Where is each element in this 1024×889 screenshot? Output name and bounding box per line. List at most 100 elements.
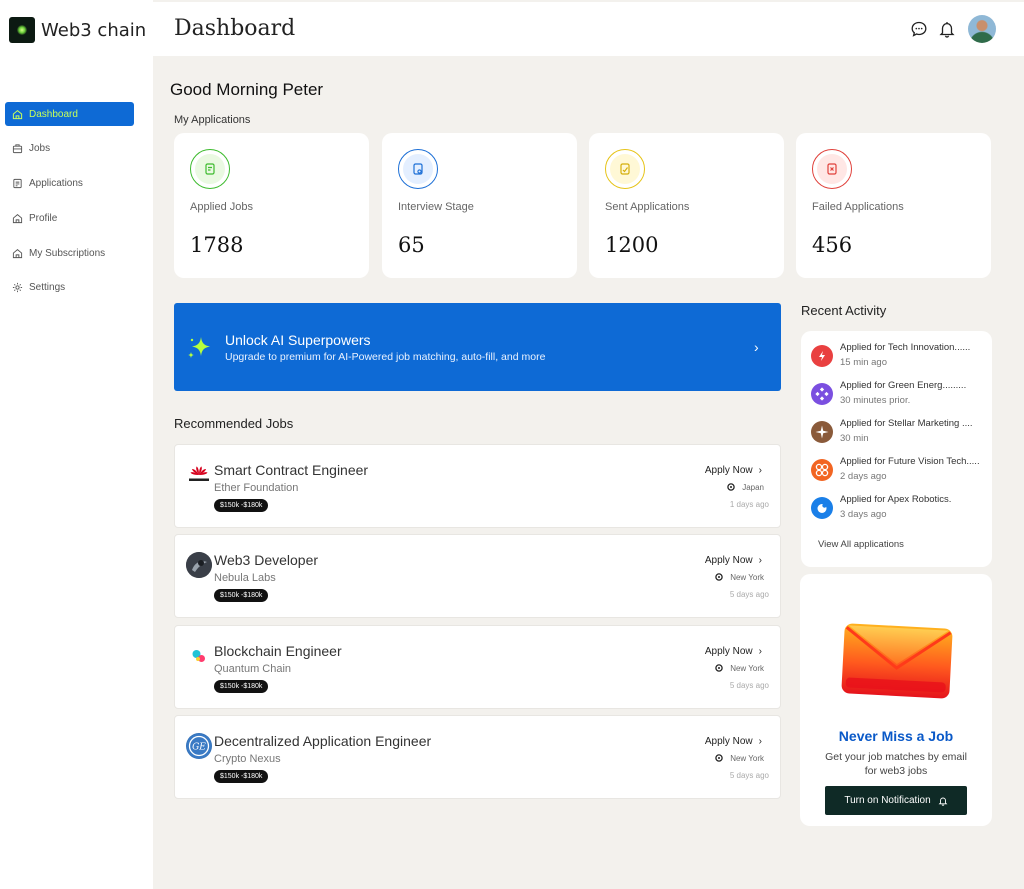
salary-badge: $150k -$180k xyxy=(214,770,269,783)
job-card[interactable]: Blockchain Engineer Quantum Chain $150k … xyxy=(174,625,781,709)
activity-time: 15 min ago xyxy=(840,357,888,368)
notification-button-label: Turn on Notification xyxy=(844,795,931,806)
sparkle-icon xyxy=(186,334,214,362)
apply-now-button[interactable]: Apply Now › xyxy=(705,646,762,657)
banner-title: Unlock AI Superpowers xyxy=(225,332,371,348)
stat-label: Interview Stage xyxy=(398,201,474,213)
chat-icon[interactable] xyxy=(910,20,928,38)
activity-time: 3 days ago xyxy=(840,509,887,520)
posted-time: 5 days ago xyxy=(729,771,769,780)
location-text: New York xyxy=(730,573,764,582)
job-location: New York xyxy=(715,754,764,763)
location-text: New York xyxy=(730,664,764,673)
bell-icon[interactable] xyxy=(938,20,956,38)
nebula-logo xyxy=(186,552,212,578)
brand[interactable]: Web3 chain xyxy=(9,17,146,43)
top-header: Dashboard xyxy=(153,2,1024,56)
activity-item[interactable]: Applied for Tech Innovation...... 15 min… xyxy=(811,342,986,378)
apply-now-button[interactable]: Apply Now › xyxy=(705,555,762,566)
sidebar-item-applications[interactable]: Applications xyxy=(5,172,134,196)
sidebar-item-subscriptions[interactable]: My Subscriptions xyxy=(5,241,134,265)
sidebar-item-jobs[interactable]: Jobs xyxy=(5,137,134,161)
upgrade-banner[interactable]: Unlock AI Superpowers Upgrade to premium… xyxy=(174,303,781,391)
chevron-right-icon: › xyxy=(758,646,762,657)
activity-item[interactable]: Applied for Apex Robotics. 3 days ago xyxy=(811,494,986,530)
job-card[interactable]: Smart Contract Engineer Ether Foundation… xyxy=(174,444,781,528)
home-icon xyxy=(12,248,23,259)
sidebar: Web3 chain Dashboard Jobs Applications P… xyxy=(0,0,153,889)
compass-star-icon xyxy=(811,421,833,443)
huawei-logo xyxy=(186,462,212,488)
stat-card-interview[interactable]: Interview Stage 65 xyxy=(382,133,577,278)
stat-label: Sent Applications xyxy=(605,201,690,213)
activity-time: 2 days ago xyxy=(840,471,887,482)
job-company: Quantum Chain xyxy=(214,663,292,675)
page-title: Dashboard xyxy=(174,16,296,41)
stat-card-failed[interactable]: Failed Applications 456 xyxy=(796,133,991,278)
sidebar-item-profile[interactable]: Profile xyxy=(5,206,134,230)
sidebar-item-label: My Subscriptions xyxy=(29,247,106,259)
envelope-icon xyxy=(837,618,957,704)
salary-badge: $150k -$180k xyxy=(214,499,269,512)
stat-value: 456 xyxy=(812,233,853,257)
diamond-cluster-icon xyxy=(811,383,833,405)
location-pin-icon xyxy=(715,664,723,673)
stat-card-applied[interactable]: Applied Jobs 1788 xyxy=(174,133,369,278)
sidebar-item-label: Jobs xyxy=(29,143,51,155)
job-card[interactable]: Web3 Developer Nebula Labs $150k -$180k … xyxy=(174,534,781,618)
job-location: Japan xyxy=(727,483,764,492)
view-all-applications-link[interactable]: View All applications xyxy=(818,539,904,550)
location-text: Japan xyxy=(742,483,764,492)
chevron-right-icon: › xyxy=(758,465,762,476)
recent-activity-label: Recent Activity xyxy=(801,303,887,318)
briefcase-icon xyxy=(12,143,23,154)
quantum-logo xyxy=(186,643,212,669)
document-icon xyxy=(12,178,23,189)
bell-icon xyxy=(938,797,948,806)
avatar[interactable] xyxy=(968,15,996,43)
activity-title: Applied for Future Vision Tech..... xyxy=(840,456,980,467)
svg-text:GE: GE xyxy=(192,743,206,753)
turn-on-notification-button[interactable]: Turn on Notification xyxy=(825,786,967,815)
sidebar-nav: Dashboard Jobs Applications Profile My S… xyxy=(5,102,134,311)
banner-subtitle: Upgrade to premium for AI-Powered job ma… xyxy=(225,351,546,363)
apply-now-button[interactable]: Apply Now › xyxy=(705,465,762,476)
chevron-right-icon: › xyxy=(758,555,762,566)
activity-item[interactable]: Applied for Future Vision Tech..... 2 da… xyxy=(811,456,986,492)
flower-grid-icon xyxy=(811,459,833,481)
job-card[interactable]: GE Decentralized Application Engineer Cr… xyxy=(174,715,781,799)
sidebar-item-dashboard[interactable]: Dashboard xyxy=(5,102,134,126)
activity-title: Applied for Tech Innovation...... xyxy=(840,342,971,353)
job-company: Nebula Labs xyxy=(214,572,276,584)
location-pin-icon xyxy=(727,483,735,492)
salary-badge: $150k -$180k xyxy=(214,680,269,693)
sidebar-item-settings[interactable]: Settings xyxy=(5,276,134,300)
home-icon xyxy=(12,213,23,224)
notification-subtitle: Get your job matches by email for web3 j… xyxy=(825,751,967,777)
stat-value: 1200 xyxy=(605,233,659,257)
job-location: New York xyxy=(715,573,764,582)
activity-title: Applied for Green Energ......... xyxy=(840,380,967,391)
apply-now-button[interactable]: Apply Now › xyxy=(705,736,762,747)
stat-value: 65 xyxy=(398,233,425,257)
sidebar-item-label: Applications xyxy=(29,178,83,190)
salary-badge: $150k -$180k xyxy=(214,589,269,602)
home-icon xyxy=(12,109,23,120)
activity-time: 30 minutes prior. xyxy=(840,395,911,406)
stat-card-sent[interactable]: Sent Applications 1200 xyxy=(589,133,784,278)
gear-icon xyxy=(12,282,23,293)
job-company: Crypto Nexus xyxy=(214,753,281,765)
apply-label: Apply Now xyxy=(704,465,753,476)
brand-logo xyxy=(9,17,35,43)
activity-item[interactable]: Applied for Stellar Marketing .... 30 mi… xyxy=(811,418,986,454)
job-company: Ether Foundation xyxy=(214,482,299,494)
activity-title: Applied for Apex Robotics. xyxy=(840,494,952,505)
location-pin-icon xyxy=(715,573,723,582)
posted-time: 5 days ago xyxy=(729,590,769,599)
job-location: New York xyxy=(715,664,764,673)
ge-logo: GE xyxy=(186,733,212,759)
activity-item[interactable]: Applied for Green Energ......... 30 minu… xyxy=(811,380,986,416)
applied-jobs-icon xyxy=(190,149,230,189)
interview-stage-icon xyxy=(398,149,438,189)
job-title: Web3 Developer xyxy=(214,552,319,568)
